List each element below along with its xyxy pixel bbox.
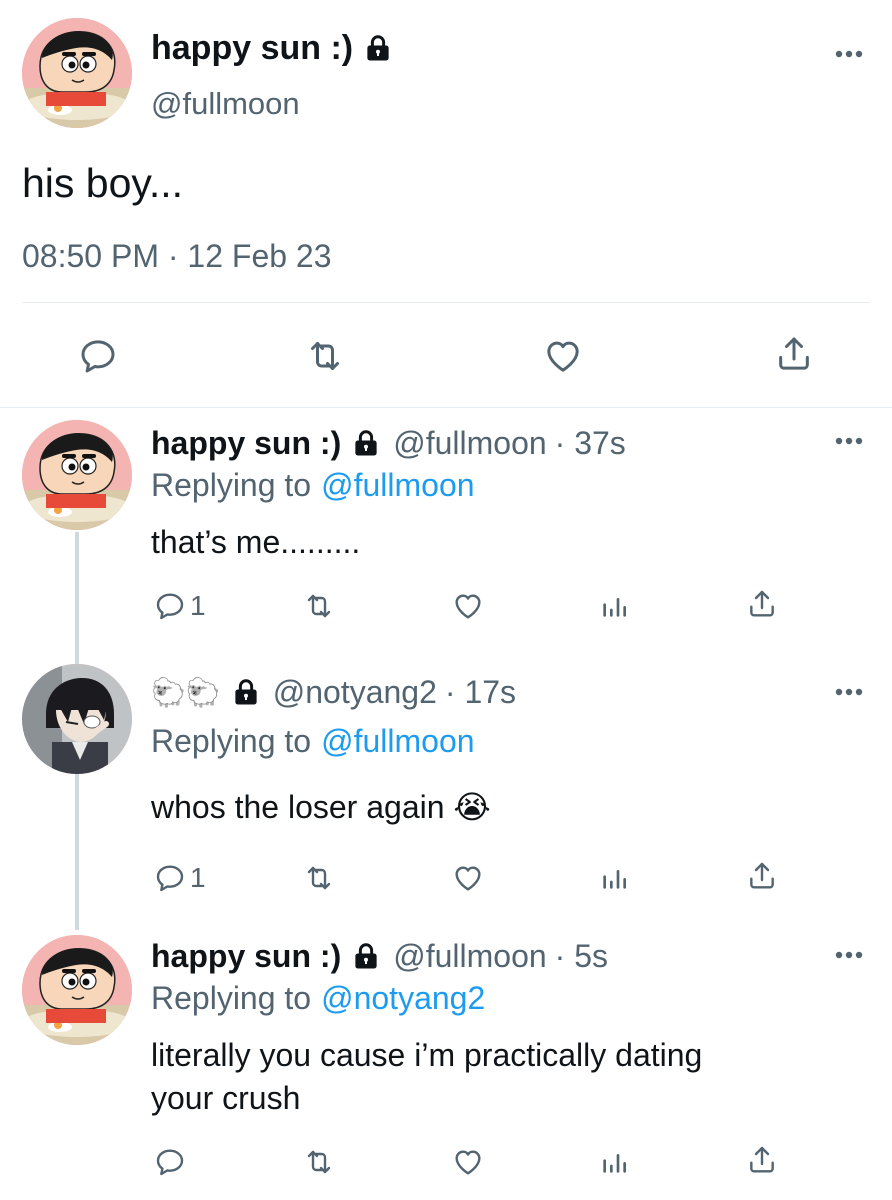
- views-button[interactable]: [598, 862, 630, 894]
- lock-icon: [351, 428, 381, 458]
- more-options-icon[interactable]: [834, 687, 864, 697]
- like-icon: [542, 336, 584, 376]
- retweet-icon: [304, 336, 346, 376]
- lock-icon: [363, 33, 393, 63]
- retweet-button[interactable]: [302, 590, 336, 622]
- replying-prefix: Replying to: [151, 980, 312, 1016]
- reply-button[interactable]: 1: [154, 862, 206, 894]
- reply-count: 1: [190, 590, 206, 621]
- reply-avatar[interactable]: [22, 420, 132, 530]
- shinchan-avatar-icon: [22, 18, 132, 128]
- like-button[interactable]: [451, 862, 485, 894]
- like-button[interactable]: [451, 1146, 485, 1178]
- main-tweet-handle[interactable]: @fullmoon: [151, 86, 300, 122]
- share-icon: [746, 1144, 778, 1176]
- divider: [22, 302, 870, 303]
- like-icon: [451, 590, 485, 622]
- retweet-button[interactable]: [302, 862, 336, 894]
- main-tweet-avatar[interactable]: [22, 18, 132, 128]
- replying-to: Replying to @fullmoon: [151, 723, 475, 760]
- reply-header: happy sun :) @fullmoon · 5s: [151, 935, 608, 977]
- main-tweet-timestamp[interactable]: 08:50 PM · 12 Feb 23: [22, 238, 332, 275]
- lock-icon: [351, 941, 381, 971]
- share-icon: [774, 334, 814, 374]
- replying-to-link[interactable]: @notyang2: [321, 980, 485, 1017]
- share-button[interactable]: [746, 860, 778, 892]
- reply-text-line-1: literally you cause i’m practically dati…: [151, 1037, 703, 1073]
- shinchan-avatar-icon: [22, 935, 132, 1045]
- views-icon: [598, 1146, 630, 1178]
- reply-header: happy sun :) @fullmoon · 37s: [151, 422, 626, 464]
- replying-to: Replying to @fullmoon: [151, 467, 475, 504]
- replying-to: Replying to @notyang2: [151, 980, 485, 1017]
- reply-icon: [154, 862, 186, 894]
- reply-icon: [154, 1146, 186, 1178]
- views-icon: [598, 590, 630, 622]
- display-name[interactable]: happy sun :): [151, 938, 341, 975]
- reply-icon: [154, 590, 186, 622]
- retweet-button[interactable]: [302, 1146, 336, 1178]
- reply-text: whos the loser again 😭: [151, 789, 491, 825]
- more-options-icon[interactable]: [834, 49, 864, 59]
- share-button[interactable]: [774, 334, 814, 374]
- like-icon: [451, 1146, 485, 1178]
- share-button[interactable]: [746, 588, 778, 620]
- handle[interactable]: @fullmoon: [393, 425, 546, 462]
- lock-icon: [231, 677, 261, 707]
- reply-header: 🐑🐑 @notyang2 · 17s: [151, 671, 516, 713]
- reply-text-line-2: your crush: [151, 1080, 301, 1116]
- views-button[interactable]: [598, 590, 630, 622]
- retweet-button[interactable]: [304, 336, 346, 376]
- reply-avatar[interactable]: [22, 935, 132, 1045]
- anime-boy-avatar-icon: [22, 664, 132, 774]
- retweet-icon: [302, 1146, 336, 1178]
- main-tweet-author[interactable]: happy sun :): [151, 26, 393, 70]
- replying-prefix: Replying to: [151, 467, 312, 503]
- more-options-icon[interactable]: [834, 436, 864, 446]
- display-name[interactable]: happy sun :): [151, 425, 341, 462]
- views-button[interactable]: [598, 1146, 630, 1178]
- section-divider: [0, 407, 892, 408]
- share-button[interactable]: [746, 1144, 778, 1176]
- share-icon: [746, 860, 778, 892]
- time[interactable]: · 5s: [555, 938, 608, 975]
- retweet-icon: [302, 862, 336, 894]
- handle[interactable]: @fullmoon: [393, 938, 546, 975]
- retweet-icon: [302, 590, 336, 622]
- display-name[interactable]: 🐑🐑: [151, 676, 221, 709]
- reply-button[interactable]: 1: [154, 590, 206, 622]
- reply-avatar[interactable]: [22, 664, 132, 774]
- like-button[interactable]: [542, 336, 584, 376]
- replying-to-link[interactable]: @fullmoon: [321, 467, 474, 504]
- reply-button[interactable]: [78, 336, 118, 376]
- replying-prefix: Replying to: [151, 723, 312, 759]
- like-button[interactable]: [451, 590, 485, 622]
- like-icon: [451, 862, 485, 894]
- reply-count: 1: [190, 862, 206, 893]
- replying-to-link[interactable]: @fullmoon: [321, 723, 474, 760]
- views-icon: [598, 862, 630, 894]
- handle[interactable]: @notyang2: [273, 674, 437, 711]
- main-tweet-text: his boy...: [22, 160, 184, 206]
- display-name[interactable]: happy sun :): [151, 29, 353, 68]
- time[interactable]: · 37s: [555, 425, 626, 462]
- more-options-icon[interactable]: [834, 950, 864, 960]
- shinchan-avatar-icon: [22, 420, 132, 530]
- time[interactable]: · 17s: [445, 674, 516, 711]
- reply-icon: [78, 336, 118, 376]
- reply-button[interactable]: [154, 1146, 186, 1178]
- reply-text: that’s me.........: [151, 524, 361, 560]
- share-icon: [746, 588, 778, 620]
